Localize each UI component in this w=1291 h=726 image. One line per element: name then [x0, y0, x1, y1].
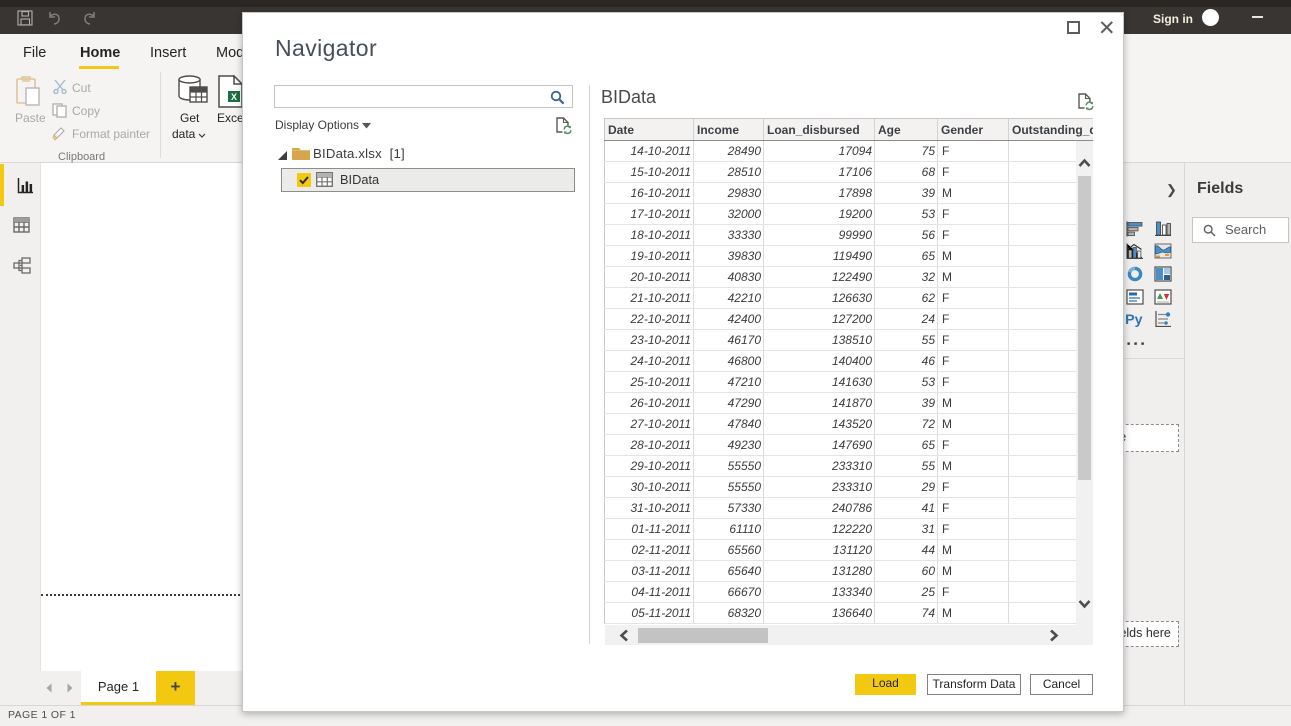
svg-text:X: X	[231, 92, 237, 102]
svg-text:Py: Py	[1125, 312, 1142, 327]
